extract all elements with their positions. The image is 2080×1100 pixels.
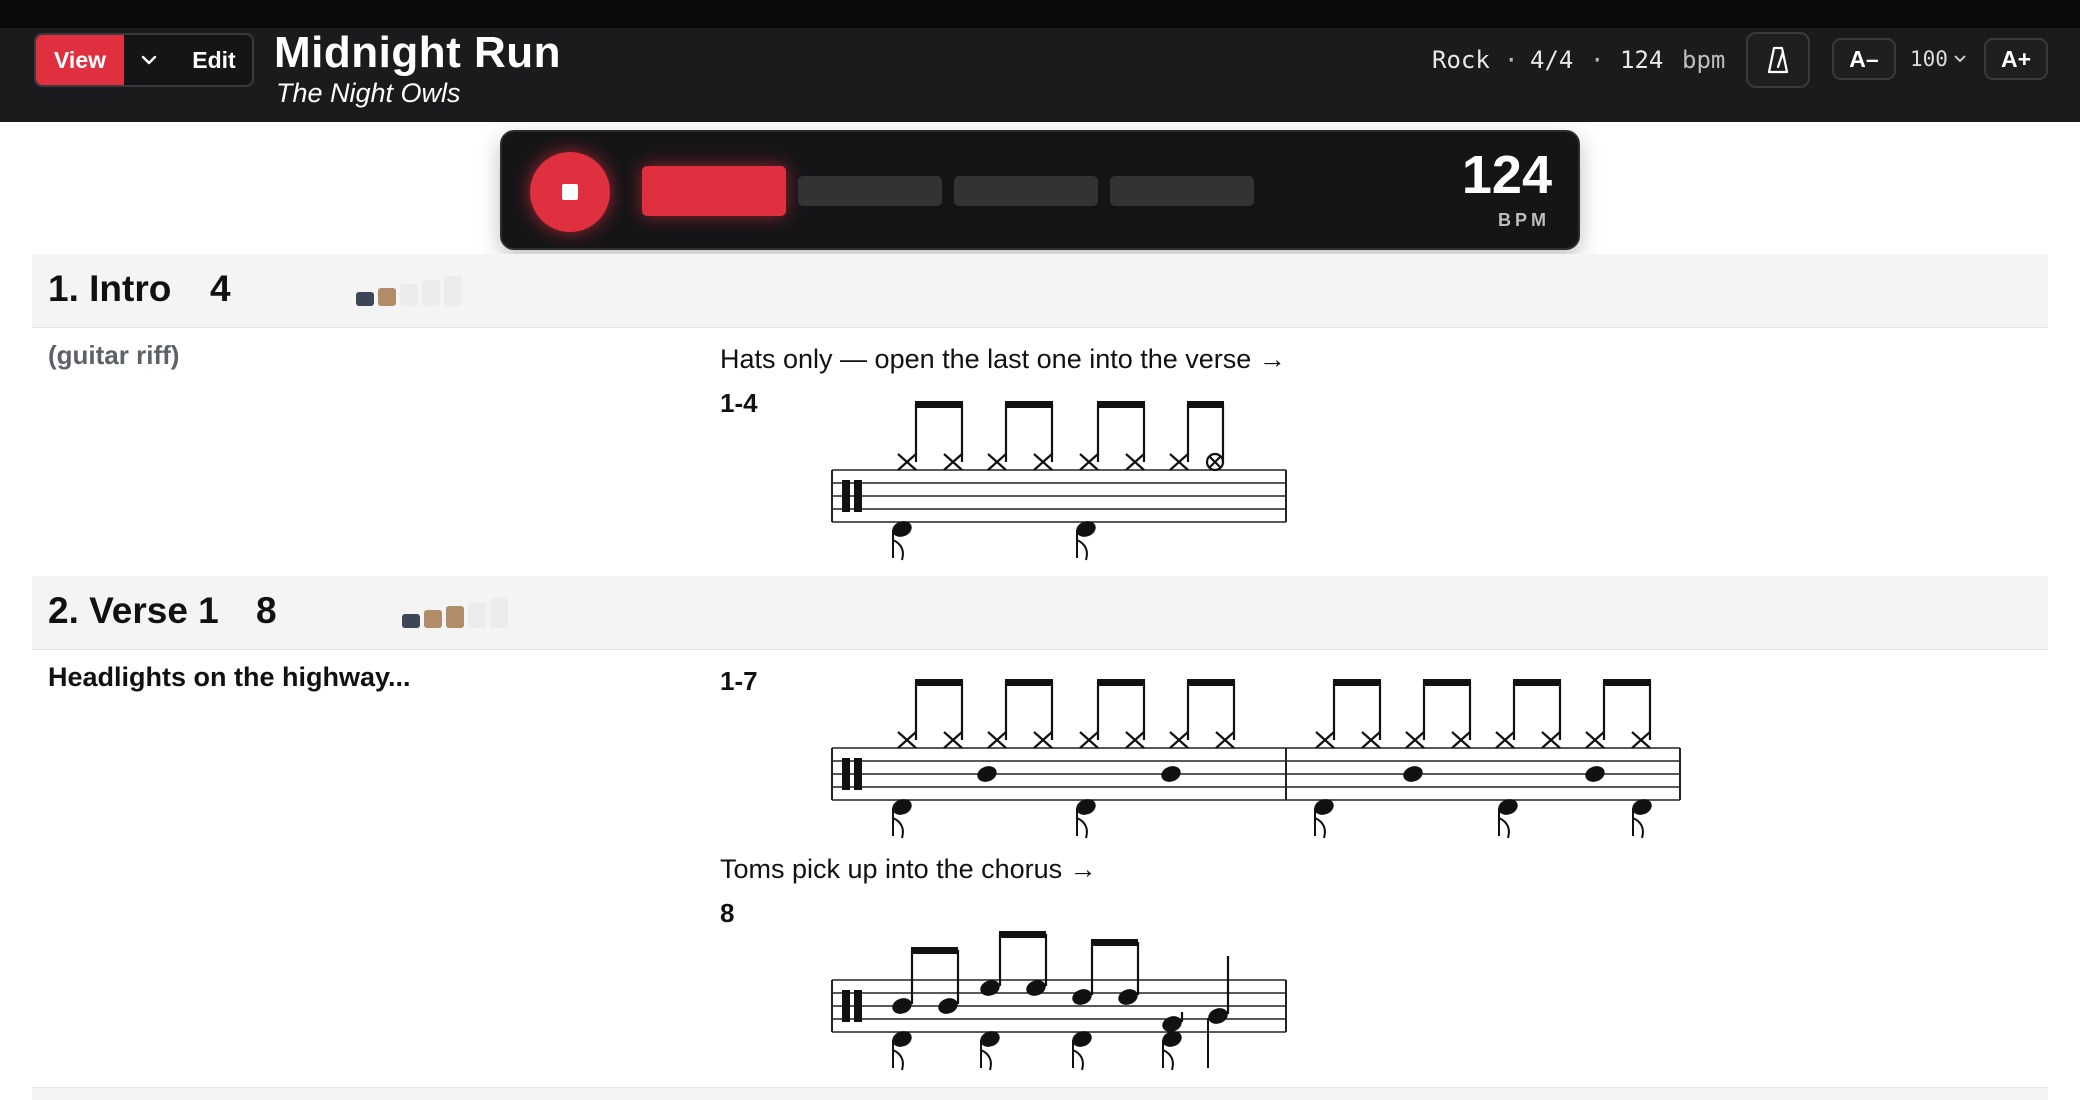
drum-staff-intro [831,401,1287,561]
chevron-down-icon [141,55,157,65]
bar-range-label: 1-4 [720,388,758,418]
app-header: View Edit Midnight Run The Night Owls Ro… [0,28,2080,122]
beat-indicator-3 [954,176,1098,206]
beat-indicator-2 [798,176,942,206]
drum-staff-fill [831,931,1287,1071]
drum-staff-verse [831,679,1681,839]
song-title: Midnight Run [274,28,562,77]
dynamics-meter [356,276,462,306]
tempo-value: 124 [1620,46,1664,74]
transport-bar: 124 BPM [500,130,1580,250]
edit-mode-button[interactable]: Edit [174,35,252,85]
beat-indicator-4 [1110,176,1254,206]
next-section-edge [32,1087,2048,1100]
bpm-label: BPM [1498,210,1550,230]
tempo-unit: bpm [1682,46,1726,74]
dynamics-meter [402,598,508,628]
mode-toggle-group: View Edit [34,33,254,87]
chevron-down-icon [1954,55,1966,63]
section-header-verse-1[interactable]: 2. Verse 1 8 [32,576,2048,650]
meta-separator: · [1590,46,1605,74]
stop-button[interactable] [530,152,610,232]
section-bar-count: 4 [210,268,231,309]
section-title: 1. Intro [48,268,172,309]
mode-dropdown-button[interactable] [124,35,174,85]
song-artist: The Night Owls [276,78,461,108]
font-decrease-button[interactable]: A– [1832,38,1896,80]
zoom-select[interactable]: 100 [1910,47,1966,71]
zoom-value: 100 [1910,47,1948,71]
meta-separator: · [1504,46,1519,74]
bpm-display: 124 [1461,145,1552,205]
stop-icon [562,184,578,200]
section-note: Hats only — open the last one into the v… [720,344,1286,374]
section-lyric: Headlights on the highway... [48,662,411,692]
beat-indicator-1 [642,166,786,216]
section-header-intro[interactable]: 1. Intro 4 [32,254,2048,328]
section-note: Toms pick up into the chorus → [720,854,1097,884]
metronome-icon [1767,46,1789,74]
bar-range-label: 1-7 [720,666,758,696]
section-title: 2. Verse 1 [48,590,219,631]
font-increase-button[interactable]: A+ [1984,38,2048,80]
section-lyric: (guitar riff) [48,340,180,370]
section-bar-count: 8 [256,590,277,631]
metronome-button[interactable] [1746,32,1810,88]
bar-range-label: 8 [720,898,735,928]
view-mode-button[interactable]: View [36,35,124,85]
time-signature: 4/4 [1530,46,1574,74]
genre-label: Rock [1432,46,1490,74]
window-top-strip [0,0,2080,28]
